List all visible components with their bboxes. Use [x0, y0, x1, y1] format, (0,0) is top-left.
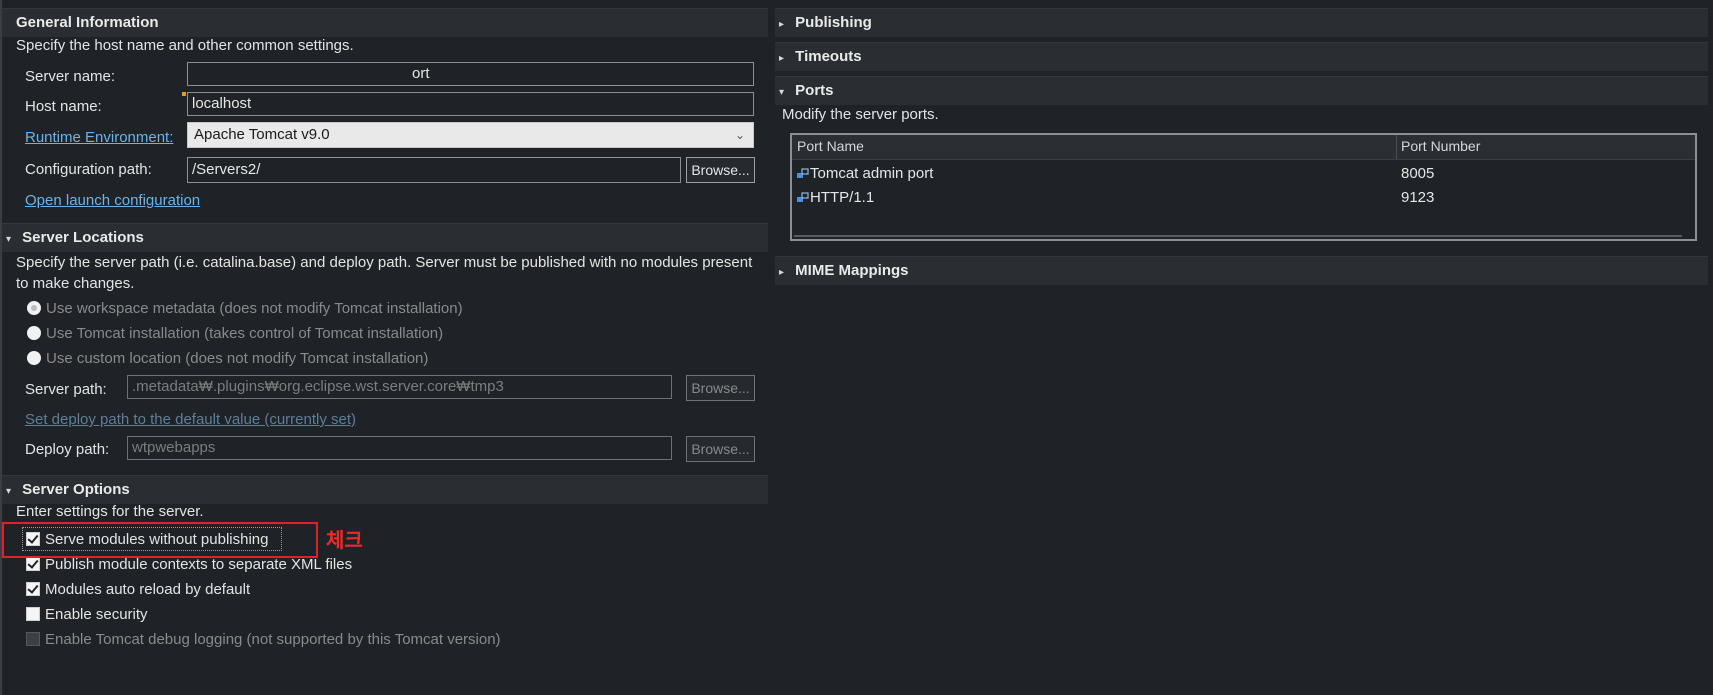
checkbox-debug-logging[interactable]: [26, 632, 40, 646]
chevron-down-icon: ⌄: [734, 128, 745, 142]
radio-tomcat-installation[interactable]: [27, 326, 41, 340]
configuration-browse-button[interactable]: Browse...: [686, 157, 755, 183]
configuration-path-input[interactable]: /Servers2/: [187, 157, 681, 183]
checkbox-enable-security[interactable]: [26, 607, 40, 621]
checkbox-publish-contexts[interactable]: [26, 557, 40, 571]
host-name-value: localhost: [192, 95, 252, 112]
publishing-header[interactable]: ▸ Publishing: [775, 8, 1708, 37]
checkbox-auto-reload-label: Modules auto reload by default: [45, 581, 251, 598]
server-path-input[interactable]: .metadata₩.plugins₩org.eclipse.wst.serve…: [127, 375, 672, 399]
ports-table-header: Port Name Port Number: [792, 135, 1695, 160]
server-name-value: ort: [412, 65, 430, 82]
horizontal-scrollbar[interactable]: [794, 235, 1682, 237]
mime-mappings-title: MIME Mappings: [795, 262, 909, 279]
deploy-path-input[interactable]: wtpwebapps: [127, 436, 672, 460]
annotation-highlight-box: [2, 522, 318, 558]
runtime-environment-link[interactable]: Runtime Environment:: [25, 129, 173, 146]
general-description: Specify the host name and other common s…: [16, 37, 354, 54]
mime-mappings-header[interactable]: ▸ MIME Mappings: [775, 256, 1708, 285]
host-name-label: Host name:: [25, 98, 102, 115]
deploy-path-browse-button[interactable]: Browse...: [686, 436, 755, 462]
ports-description: Modify the server ports.: [782, 106, 939, 123]
port-number-cell[interactable]: 9123: [1401, 189, 1434, 206]
server-path-value: .metadata₩.plugins₩org.eclipse.wst.serve…: [132, 378, 504, 395]
general-information-header[interactable]: General Information: [2, 8, 768, 37]
port-number-cell[interactable]: 8005: [1401, 165, 1434, 182]
set-deploy-path-link[interactable]: Set deploy path to the default value (cu…: [25, 411, 356, 428]
server-locations-header[interactable]: ▾ Server Locations: [2, 223, 768, 252]
runtime-environment-value: Apache Tomcat v9.0: [194, 126, 330, 143]
server-options-description: Enter settings for the server.: [16, 503, 204, 520]
triangle-down-icon: ▾: [6, 234, 12, 245]
checkbox-publish-contexts-label: Publish module contexts to separate XML …: [45, 556, 353, 573]
port-icon: [797, 192, 809, 202]
column-port-name[interactable]: Port Name: [797, 138, 864, 154]
radio-workspace-metadata[interactable]: [27, 301, 41, 315]
checkbox-debug-logging-label: Enable Tomcat debug logging (not support…: [45, 631, 501, 648]
radio-custom-location-label: Use custom location (does not modify Tom…: [46, 350, 429, 367]
timeouts-title: Timeouts: [795, 48, 862, 65]
warning-marker-icon: [182, 92, 186, 96]
radio-custom-location[interactable]: [27, 351, 41, 365]
ports-header[interactable]: ▾ Ports: [775, 76, 1708, 105]
open-launch-configuration-link[interactable]: Open launch configuration: [25, 192, 200, 209]
server-path-browse-button[interactable]: Browse...: [686, 375, 755, 401]
server-name-input[interactable]: ort: [187, 62, 754, 86]
triangle-down-icon: ▾: [6, 486, 12, 497]
port-name-cell: Tomcat admin port: [810, 165, 934, 182]
deploy-path-value: wtpwebapps: [132, 439, 216, 456]
server-locations-description: Specify the server path (i.e. catalina.b…: [16, 254, 753, 292]
runtime-environment-select[interactable]: Apache Tomcat v9.0 ⌄: [187, 122, 754, 148]
configuration-path-value: /Servers2/: [192, 161, 261, 178]
checkbox-enable-security-label: Enable security: [45, 606, 148, 623]
server-name-label: Server name:: [25, 68, 116, 85]
deploy-path-label: Deploy path:: [25, 441, 110, 458]
server-locations-title: Server Locations: [22, 229, 144, 246]
radio-workspace-metadata-label: Use workspace metadata (does not modify …: [46, 300, 463, 317]
table-row[interactable]: Tomcat admin port 8005: [792, 162, 1695, 186]
server-path-label: Server path:: [25, 381, 107, 398]
triangle-down-icon: ▾: [779, 87, 785, 98]
radio-tomcat-installation-label: Use Tomcat installation (takes control o…: [46, 325, 444, 342]
port-icon: [797, 168, 809, 178]
ports-title: Ports: [795, 82, 834, 99]
column-divider: [1396, 135, 1397, 159]
publishing-title: Publishing: [795, 14, 872, 31]
triangle-right-icon: ▸: [779, 267, 785, 278]
timeouts-header[interactable]: ▸ Timeouts: [775, 42, 1708, 71]
table-row[interactable]: HTTP/1.1 9123: [792, 186, 1695, 210]
triangle-right-icon: ▸: [779, 19, 785, 30]
host-name-input[interactable]: localhost: [187, 92, 754, 116]
configuration-path-label: Configuration path:: [25, 161, 152, 178]
checkbox-auto-reload[interactable]: [26, 582, 40, 596]
general-information-title: General Information: [16, 14, 159, 31]
annotation-label: 체크: [326, 528, 363, 552]
column-port-number[interactable]: Port Number: [1401, 138, 1480, 154]
server-options-header[interactable]: ▾ Server Options: [2, 475, 768, 504]
triangle-right-icon: ▸: [779, 53, 785, 64]
port-name-cell: HTTP/1.1: [810, 189, 875, 206]
ports-table[interactable]: Port Name Port Number Tomcat admin port …: [790, 133, 1697, 241]
server-options-title: Server Options: [22, 481, 130, 498]
